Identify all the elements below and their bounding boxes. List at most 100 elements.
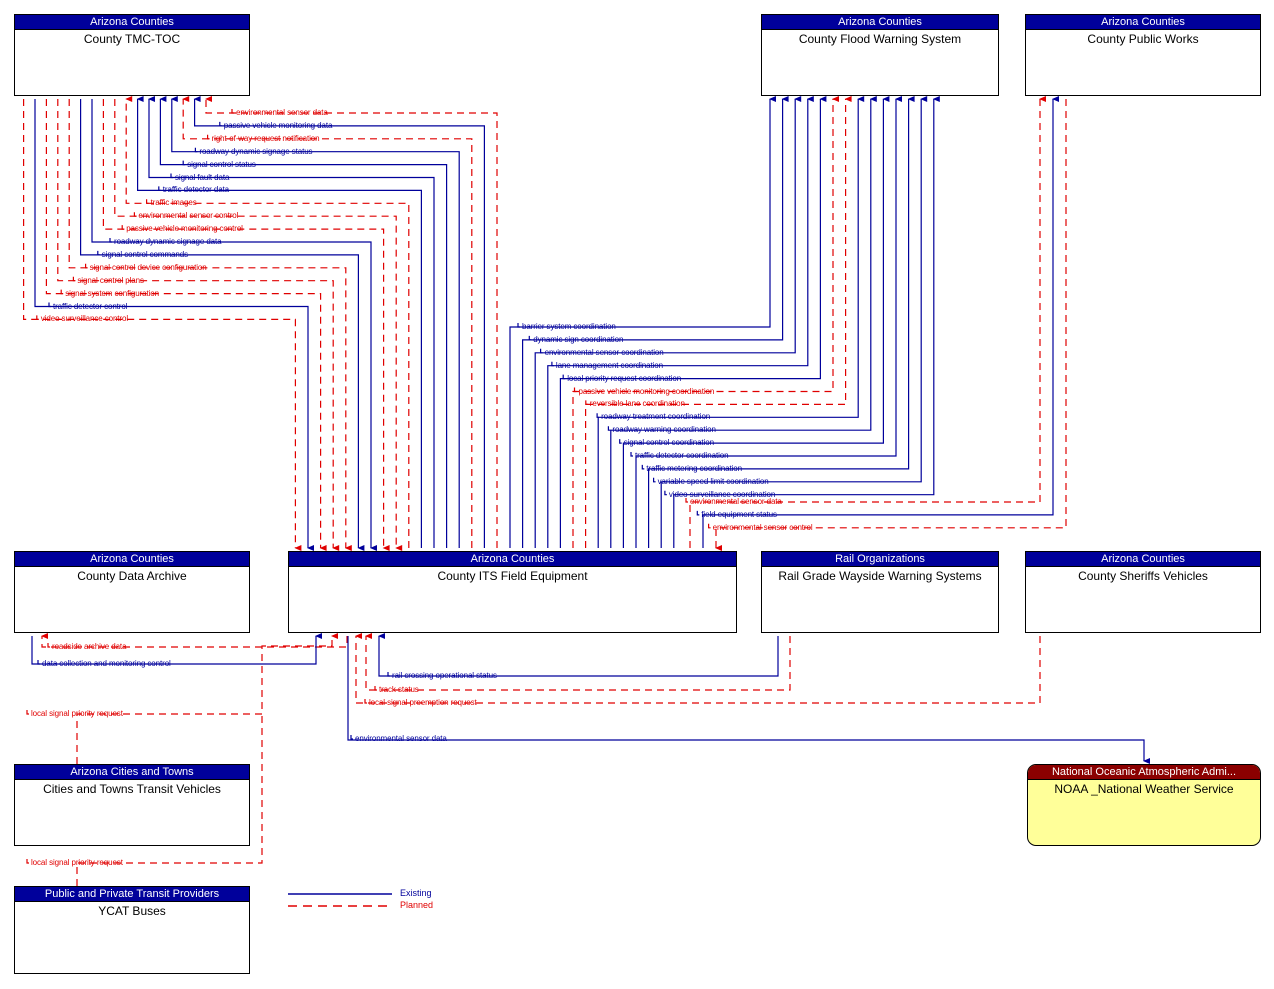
flow-label-ycat-0: local signal priority request [31,858,123,867]
flow-label-rail-0: rail crossing operational status [392,671,497,680]
flow-label-rail-2: local signal preemption request [369,698,477,707]
box-name: YCAT Buses [98,904,166,918]
label-elbow [97,250,100,256]
box-name: County Data Archive [77,569,187,583]
box-name: NOAA _National Weather Service [1054,782,1234,796]
box-stakeholder: Rail Organizations [762,552,998,567]
box-name: County TMC-TOC [83,32,181,46]
label-elbow [84,263,88,269]
label-elbow [219,121,222,127]
element-box-county-tmc-toc[interactable]: Arizona Counties County TMC-TOC [14,14,250,96]
flow-label-tmc-0: environmental sensor data [236,108,328,117]
element-box-county-public-works[interactable]: Arizona Counties County Public Works [1025,14,1261,96]
label-elbow [60,289,64,295]
connector [355,633,1041,704]
connector [76,633,338,764]
flow-label-rail-1: track status [379,685,419,694]
diagram-canvas: Arizona Counties County TMC-TOC Arizona … [0,0,1274,989]
flow-label-flood-6: reversible lane coordination [589,399,685,409]
label-elbow [158,186,161,191]
box-name: County ITS Field Equipment [437,569,588,583]
connector [125,96,410,548]
flow-label-pubworks-0: environmental sensor data [690,497,782,506]
flow-label-tmc-2: right-of-way request notification [211,133,320,143]
label-elbow [596,413,600,418]
flow-label-tmc-9: passive vehicle monitoring control [126,224,243,234]
legend-existing-label: Existing [400,888,432,898]
flow-label-tmc-1: passive vehicle monitoring data [223,120,333,130]
label-elbow [387,672,390,677]
flow-label-flood-7: roadway treatment coordination [601,412,711,422]
flow-label-tmc-3: roadway dynamic signage status [199,146,313,156]
flow-label-tmc-10: roadway dynamic signage data [114,237,222,246]
label-elbow [350,735,353,740]
box-stakeholder: Arizona Counties [15,552,249,567]
element-box-rail-grade-wayside-warning-systems[interactable]: Rail Organizations Rail Grade Wayside Wa… [761,551,999,633]
box-name: County Sheriffs Vehicles [1078,569,1208,583]
box-name: Cities and Towns Transit Vehicles [43,782,221,796]
label-elbow [573,387,577,393]
label-elbow [562,374,566,380]
label-elbow [652,477,656,483]
box-stakeholder: Arizona Counties [289,552,736,567]
flow-label-flood-4: local priority request coordination [567,373,682,383]
flow-label-tmc-13: signal control plans [77,275,144,285]
flow-label-tmc-7: traffic images [150,198,197,208]
flow-label-flood-10: traffic detector coordination [635,451,729,460]
label-elbow [528,335,532,341]
label-elbow [72,276,76,282]
box-stakeholder: Arizona Counties [1026,552,1260,567]
box-stakeholder: Public and Private Transit Providers [15,887,249,902]
flow-label-tmc-5: signal fault data [175,172,230,182]
flow-label-flood-9: signal control coordination [623,438,714,448]
connector [136,96,422,548]
element-box-county-its-field-equipment[interactable]: Arizona Counties County ITS Field Equipm… [288,551,737,633]
flow-label-noaa-0: environmental sensor data [355,734,447,743]
flow-label-flood-2: environmental sensor coordination [544,347,664,357]
terminator-box-noaa-national-weather-service[interactable]: National Oceanic Atmospheric Admi... NOA… [1027,764,1261,846]
box-stakeholder: Arizona Counties [1026,15,1260,30]
element-box-county-data-archive[interactable]: Arizona Counties County Data Archive [14,551,250,633]
flow-label-archive-1: data collection and monitoring control [42,659,171,668]
flow-label-tmc-6: traffic detector data [162,185,230,195]
element-box-cities-and-towns-transit-vehicles[interactable]: Arizona Cities and Towns Cities and Town… [14,764,250,846]
label-elbow [26,859,29,864]
label-elbow [182,160,186,166]
box-stakeholder: Arizona Cities and Towns [15,765,249,780]
label-elbow [47,643,50,648]
label-elbow [231,109,234,114]
flow-label-pubworks-1: field equipment status [701,509,777,519]
flow-label-flood-1: dynamic sign coordination [533,334,624,344]
connector [45,99,327,551]
label-elbow [48,302,51,308]
flow-label-tmc-16: video surveillance control [40,314,129,324]
flow-label-flood-12: variable speed limit coordination [657,476,769,486]
element-box-county-flood-warning-system[interactable]: Arizona Counties County Flood Warning Sy… [761,14,999,96]
flow-label-tmc-14: signal system configuration [65,288,159,298]
flow-label-tmc-12: signal control device configuration [89,262,207,272]
legend: Existing Planned [288,888,488,914]
flow-label-flood-11: traffic metering coordination [646,463,742,473]
flow-label-flood-5: passive vehicle monitoring coordination [578,386,715,396]
flow-label-flood-3: lane management coordination [555,360,663,370]
connector [365,633,791,691]
element-box-ycat-buses[interactable]: Public and Private Transit Providers YCA… [14,886,250,974]
box-stakeholder: Arizona Counties [762,15,998,30]
flow-label-citytransit-0: local signal priority request [31,709,123,718]
connector [378,633,779,677]
flow-label-archive-0: roadside archive data [52,642,127,651]
label-elbow [539,348,543,354]
label-elbow [121,225,125,230]
label-elbow [146,199,149,204]
label-elbow [707,523,711,529]
box-stakeholder: National Oceanic Atmospheric Admi... [1028,765,1260,780]
label-elbow [641,464,645,470]
label-elbow [619,439,622,444]
flow-label-tmc-11: signal control commands [101,249,188,259]
element-box-county-sheriffs-vehicles[interactable]: Arizona Counties County Sheriffs Vehicle… [1025,551,1261,633]
label-elbow [170,173,173,179]
box-stakeholder: Arizona Counties [15,15,249,30]
flow-label-tmc-8: environmental sensor control [138,211,239,221]
flow-label-tmc-15: traffic detector control [53,301,128,311]
label-elbow [607,426,611,431]
